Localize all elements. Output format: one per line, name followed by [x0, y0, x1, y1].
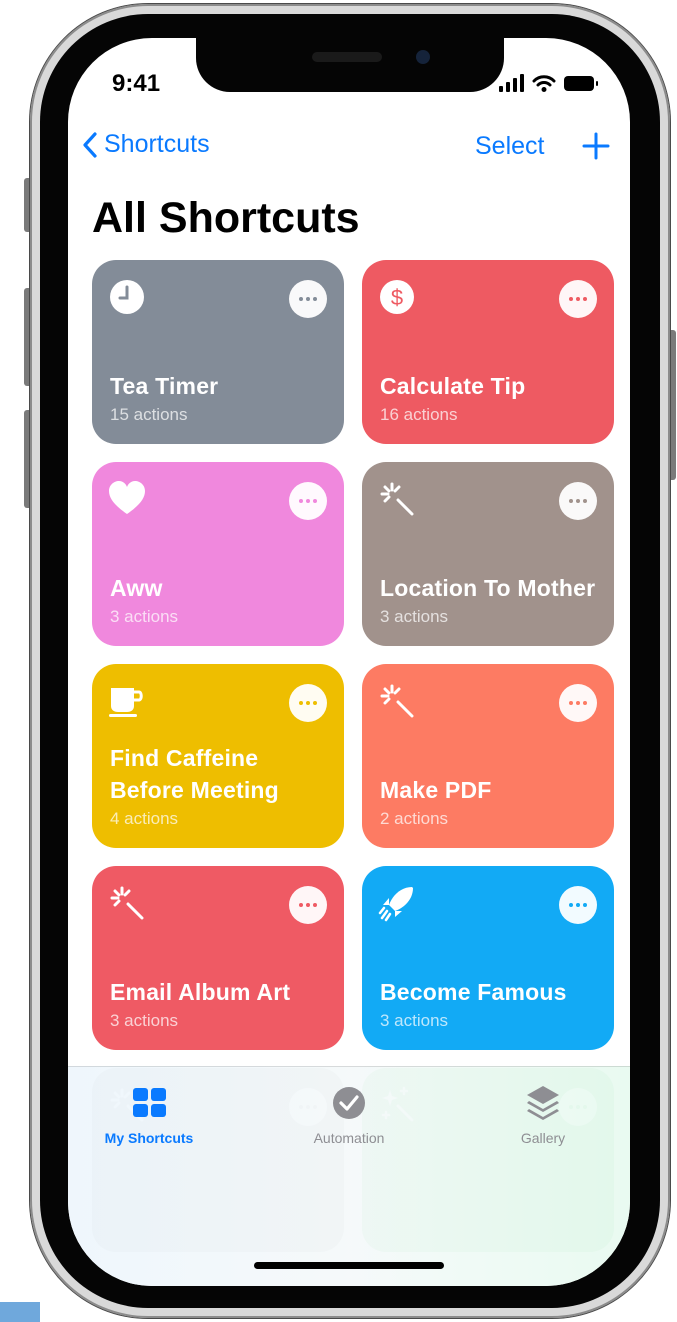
shortcut-card-make-pdf[interactable]: Make PDF 2 actions — [362, 664, 614, 848]
rocket-icon — [378, 887, 413, 922]
magic-wand-icon — [110, 886, 144, 920]
shortcut-action-count: 3 actions — [110, 607, 179, 626]
shortcut-card-location-to-mother[interactable]: Location To Mother 3 actions — [362, 462, 614, 646]
shortcut-action-count: 16 actions — [380, 405, 458, 424]
tab-label: My Shortcuts — [104, 1130, 194, 1146]
shortcut-card-become-famous[interactable]: Become Famous 3 actions — [362, 866, 614, 1050]
desktop-accent-strip — [0, 1302, 40, 1322]
back-button-label: Shortcuts — [104, 130, 210, 158]
more-button[interactable] — [289, 280, 327, 318]
dollar-icon: $ — [380, 280, 414, 314]
shortcut-action-count: 2 actions — [380, 809, 449, 828]
plus-icon — [582, 132, 610, 160]
shortcut-title: Location To Mother — [380, 575, 596, 601]
tab-label: Gallery — [520, 1130, 566, 1146]
notch — [196, 38, 504, 92]
page-title: All Shortcuts — [92, 194, 360, 242]
shortcut-title: Calculate Tip — [380, 373, 526, 399]
clock-check-icon — [333, 1087, 365, 1119]
shortcut-card-find-caffeine[interactable]: Find Caffeine Before Meeting 4 actions — [92, 664, 344, 848]
shortcut-card-email-album-art[interactable]: Email Album Art 3 actions — [92, 866, 344, 1050]
shortcut-action-count: 4 actions — [110, 809, 179, 828]
shortcut-title: Make PDF — [380, 777, 492, 803]
cellular-signal-icon — [499, 74, 524, 92]
tab-automation[interactable]: Automation — [274, 1083, 424, 1146]
chevron-left-icon — [83, 131, 97, 158]
more-button[interactable] — [289, 482, 327, 520]
heart-icon — [109, 481, 145, 514]
svg-text:$: $ — [391, 285, 403, 310]
shortcut-action-count: 3 actions — [380, 607, 449, 626]
magic-wand-icon — [380, 684, 414, 718]
more-button[interactable] — [559, 280, 597, 318]
tab-bar: My Shortcuts Automation Gallery — [68, 1066, 630, 1286]
status-icons — [499, 72, 598, 94]
shortcut-title: Aww — [110, 575, 163, 601]
shortcut-card-tea-timer[interactable]: Tea Timer 15 actions — [92, 260, 344, 444]
shortcut-title: Become Famous — [380, 979, 567, 1005]
magic-wand-icon — [380, 482, 414, 516]
shortcut-action-count: 3 actions — [380, 1011, 449, 1030]
phone-screen: 9:41 Shortcuts Select All Shortcuts Tea … — [68, 38, 630, 1286]
tab-my-shortcuts[interactable]: My Shortcuts — [74, 1083, 224, 1146]
shortcut-action-count: 3 actions — [110, 1011, 179, 1030]
add-button[interactable] — [582, 132, 610, 165]
more-button[interactable] — [289, 886, 327, 924]
tab-label: Automation — [313, 1130, 385, 1146]
more-button[interactable] — [559, 684, 597, 722]
status-time: 9:41 — [112, 70, 161, 97]
battery-icon — [564, 75, 598, 91]
shortcut-title: Tea Timer — [110, 373, 219, 399]
coffee-cup-icon — [109, 688, 143, 717]
more-button[interactable] — [289, 684, 327, 722]
tab-gallery[interactable]: Gallery — [468, 1083, 618, 1146]
shortcut-title: Find Caffeine Before Meeting — [110, 745, 279, 803]
shortcut-card-aww[interactable]: Aww 3 actions — [92, 462, 344, 646]
select-button[interactable]: Select — [475, 132, 544, 161]
layers-icon — [527, 1086, 559, 1120]
more-button[interactable] — [559, 482, 597, 520]
wifi-icon — [532, 75, 556, 92]
shortcut-action-count: 15 actions — [110, 405, 188, 424]
more-button[interactable] — [559, 886, 597, 924]
shortcut-title: Email Album Art — [110, 979, 291, 1005]
grid-icon — [133, 1088, 166, 1117]
clock-icon — [110, 280, 144, 314]
back-button[interactable]: Shortcuts — [82, 130, 210, 159]
shortcut-card-calculate-tip[interactable]: $ Calculate Tip 16 actions — [362, 260, 614, 444]
home-indicator[interactable] — [254, 1262, 444, 1269]
